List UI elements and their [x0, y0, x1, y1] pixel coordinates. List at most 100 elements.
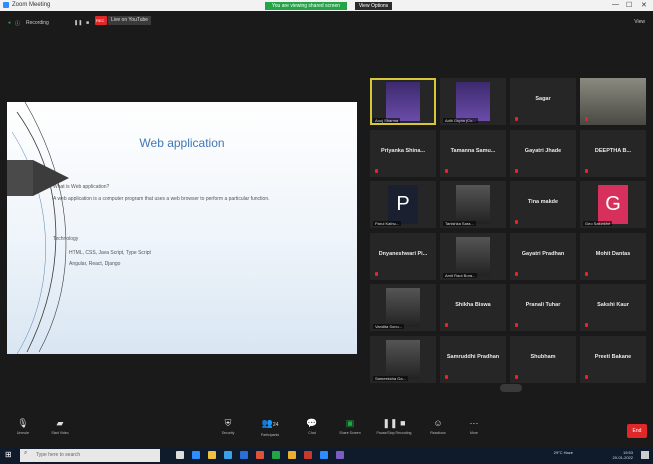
- stop-icon[interactable]: ■: [86, 20, 89, 26]
- security-button[interactable]: ⛨ Security: [208, 415, 248, 435]
- start-video-button[interactable]: ▰ Start Video: [40, 415, 80, 435]
- more-button[interactable]: ··· More: [454, 415, 494, 435]
- participant-name: Sagar: [535, 96, 551, 102]
- muted-mic-icon: [585, 168, 588, 173]
- recording-label: Recording: [26, 20, 49, 26]
- participant-tile[interactable]: Gayatri Jhade: [510, 129, 576, 177]
- participant-tile[interactable]: Shubham: [510, 335, 576, 383]
- rec-badge: REC: [95, 16, 107, 25]
- task-view-icon[interactable]: [176, 451, 184, 459]
- participant-tile[interactable]: Vandita Sonu...: [370, 284, 436, 331]
- participant-tile[interactable]: Sagar: [510, 78, 576, 125]
- chrome-icon[interactable]: [288, 451, 296, 459]
- view-button[interactable]: View: [634, 19, 645, 25]
- muted-mic-icon: [515, 271, 518, 276]
- store-icon[interactable]: [224, 451, 232, 459]
- muted-mic-icon: [585, 323, 588, 327]
- participant-name: Shubham: [530, 353, 556, 360]
- participant-name: Tina makde: [527, 199, 559, 205]
- participant-tile[interactable]: Sakshi Kaur: [580, 284, 646, 331]
- participant-tile[interactable]: Tamanna Samu...: [440, 129, 506, 177]
- shield-icon[interactable]: ●: [8, 20, 11, 26]
- app-icon[interactable]: [304, 451, 312, 459]
- participant-tile[interactable]: Priyanka Shina...: [370, 129, 436, 177]
- participants-button[interactable]: 👥24 Participants: [250, 415, 290, 437]
- participant-photo: [456, 236, 490, 276]
- powerpoint-icon[interactable]: [256, 451, 264, 459]
- participant-tile[interactable]: DEEPTHA B...: [580, 129, 646, 177]
- chat-button[interactable]: 💬 Chat: [292, 415, 332, 435]
- participant-name: Dnyaneshwari Pi...: [378, 250, 428, 257]
- pause-icon[interactable]: ❚❚: [74, 20, 82, 26]
- unmute-button[interactable]: 🎙 Unmute: [3, 415, 43, 435]
- participant-video: [580, 78, 646, 125]
- participant-tile[interactable]: Aditi Gupta (Co...: [440, 78, 506, 125]
- participant-tile[interactable]: Shikha Biswa: [440, 284, 506, 331]
- live-stream-badge[interactable]: Live on YouTube: [108, 16, 151, 25]
- participant-tile[interactable]: Tanishka Sara...: [440, 181, 506, 228]
- slide-tech-line-1: HTML, CSS, Java Script, Type Script: [69, 250, 151, 256]
- participant-tile[interactable]: G Geo Salunkhe: [580, 181, 646, 228]
- participant-tile[interactable]: Samruddhi Pradhan: [440, 335, 506, 383]
- reactions-button[interactable]: ☺ Reactions: [418, 415, 458, 435]
- view-options-button[interactable]: View Options: [355, 2, 392, 10]
- participant-name: Gayatri Jhade: [524, 147, 562, 154]
- pause-stop-recording-button[interactable]: ❚❚ ■ Pause/Stop Recording: [374, 415, 414, 435]
- share-screen-icon: ▣: [345, 418, 355, 428]
- zoom-taskbar-icon[interactable]: [320, 451, 328, 459]
- slide-tech-line-2: Angular, React, Django: [69, 261, 121, 267]
- notifications-icon[interactable]: [641, 451, 649, 459]
- participant-tile[interactable]: Tina makde: [510, 181, 576, 228]
- participant-tile[interactable]: Sameeksha Ga...: [370, 335, 436, 383]
- participant-tile[interactable]: Mohit Dantas: [580, 232, 646, 280]
- participant-tile[interactable]: [580, 78, 646, 125]
- windows-start-icon[interactable]: ⊞: [5, 450, 12, 459]
- app-icon-2[interactable]: [336, 451, 344, 459]
- participant-avatar: G: [598, 185, 628, 224]
- windows-taskbar: ⊞ Type here to search ⌕ 29°C Haze 19:53 2…: [0, 447, 653, 464]
- participant-name: Mohit Dantas: [595, 250, 631, 257]
- participant-tile[interactable]: Amit Raut Bora...: [440, 232, 506, 280]
- participant-tile[interactable]: P Parul Kathu...: [370, 181, 436, 228]
- pause-icon: ❚❚ ■: [382, 418, 406, 428]
- participant-label: Amit Raut Bora...: [443, 272, 478, 278]
- minimize-icon[interactable]: —: [612, 1, 619, 8]
- window-title: Zoom Meeting: [12, 2, 51, 8]
- excel-icon[interactable]: [272, 451, 280, 459]
- video-camera-icon: ▰: [56, 418, 64, 428]
- participant-photo: [456, 185, 490, 224]
- participants-icon: 👥24: [261, 418, 279, 428]
- participant-name: Preeti Bakane: [594, 353, 632, 360]
- close-icon[interactable]: ✕: [641, 1, 647, 9]
- participant-label: Sameeksha Ga...: [373, 375, 408, 381]
- end-meeting-button[interactable]: End: [627, 424, 647, 438]
- clock[interactable]: 19:53 20-01-2022: [613, 450, 633, 460]
- microphone-icon: 🎙: [17, 418, 29, 428]
- meeting-toolbar: 🎙 Unmute ▰ Start Video ⛨ Security 👥24 Pa…: [0, 415, 653, 447]
- slide-arrow-band: [7, 160, 33, 196]
- muted-mic-icon: [445, 374, 448, 379]
- gallery-page-indicator[interactable]: [500, 384, 522, 392]
- maximize-icon[interactable]: ☐: [626, 1, 632, 9]
- edge-browser-icon[interactable]: [192, 451, 200, 459]
- participant-tile[interactable]: Preeti Bakane: [580, 335, 646, 383]
- weather-tray[interactable]: 29°C Haze: [554, 450, 573, 455]
- chat-bubble-icon: 💬: [306, 418, 318, 428]
- muted-mic-icon: [375, 271, 378, 276]
- participant-tile[interactable]: Pranali Tuhar: [510, 284, 576, 331]
- participant-tile[interactable]: Dnyaneshwari Pi...: [370, 232, 436, 280]
- participant-label: Anuj Sharma: [373, 118, 401, 123]
- taskbar-search-box[interactable]: Type here to search: [20, 449, 160, 462]
- participant-label: Geo Salunkhe: [583, 221, 613, 226]
- slide-decorative-curves: [11, 102, 67, 354]
- participant-avatar: P: [388, 185, 418, 224]
- file-explorer-icon[interactable]: [208, 451, 216, 459]
- info-icon[interactable]: ⓘ: [15, 20, 20, 27]
- participant-tile[interactable]: Gayatri Pradhan: [510, 232, 576, 280]
- slide-definition: A web application is a computer program …: [53, 196, 270, 202]
- word-icon[interactable]: [240, 451, 248, 459]
- participant-tile[interactable]: Anuj Sharma: [370, 78, 436, 125]
- slide-arrow-shape: [33, 160, 69, 196]
- search-icon: ⌕: [24, 450, 28, 456]
- share-screen-button[interactable]: ▣ Share Screen: [330, 415, 370, 435]
